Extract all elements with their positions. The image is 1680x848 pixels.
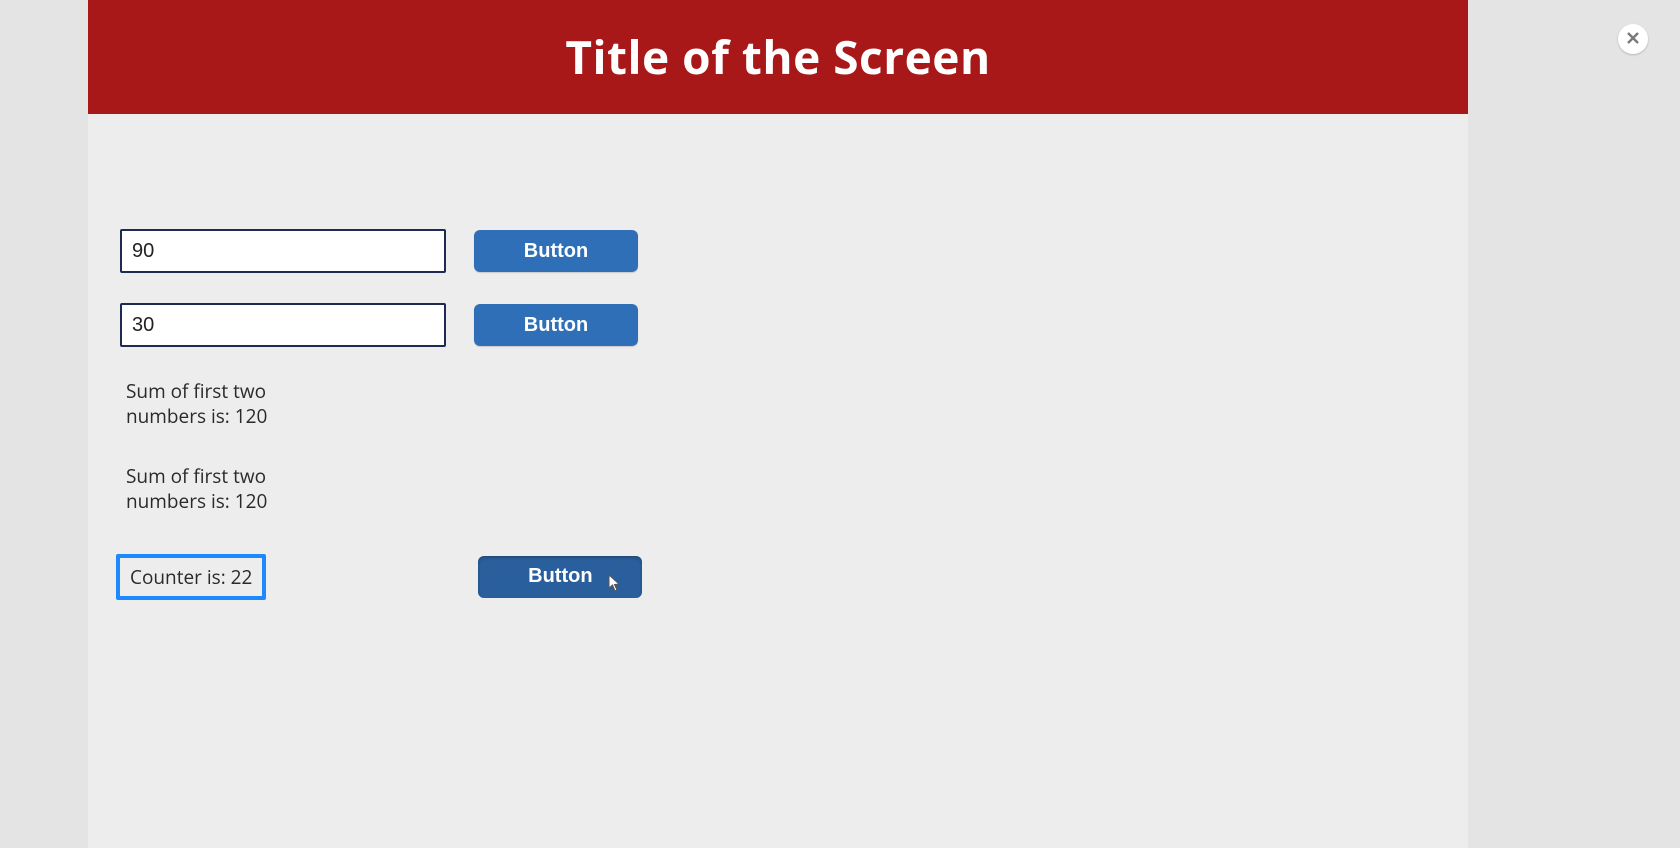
sum-output-2: Sum of first two numbers is: 120 <box>126 464 286 513</box>
close-button[interactable] <box>1618 24 1648 54</box>
counter-display: Counter is: 22 <box>116 554 266 600</box>
counter-button[interactable]: Button <box>478 556 642 598</box>
row2-button[interactable]: Button <box>474 304 638 346</box>
counter-row: Counter is: 22 Button <box>116 554 1468 600</box>
row1-button[interactable]: Button <box>474 230 638 272</box>
screen: Title of the Screen Button Button Sum of… <box>88 0 1468 848</box>
header: Title of the Screen <box>88 0 1468 114</box>
close-icon <box>1626 28 1640 50</box>
sum-output-1: Sum of first two numbers is: 120 <box>126 379 286 428</box>
input-row-2: Button <box>120 303 1468 347</box>
page-title: Title of the Screen <box>565 26 990 88</box>
input-row-1: Button <box>120 229 1468 273</box>
second-number-input[interactable] <box>120 303 446 347</box>
first-number-input[interactable] <box>120 229 446 273</box>
sum-block: Sum of first two numbers is: 120 Sum of … <box>126 379 1468 514</box>
content-area: Button Button Sum of first two numbers i… <box>88 114 1468 600</box>
